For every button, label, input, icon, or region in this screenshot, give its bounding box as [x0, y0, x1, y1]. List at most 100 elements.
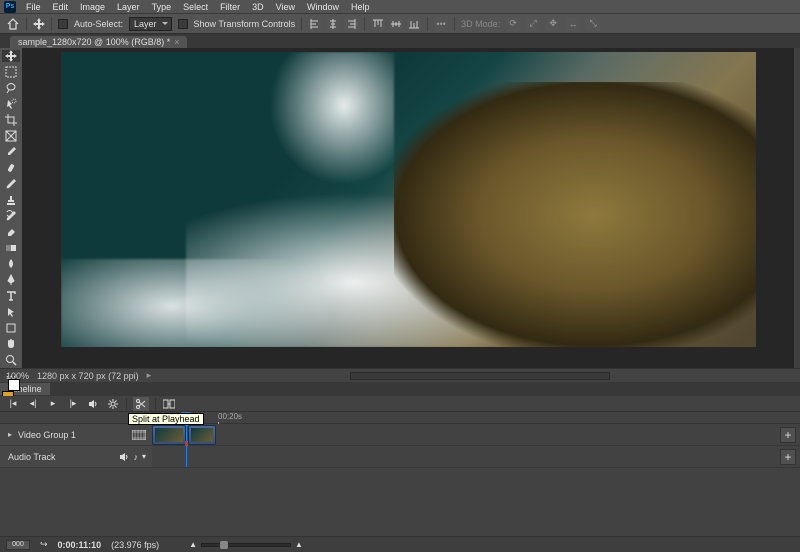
video-clip[interactable]	[188, 425, 216, 445]
eraser-tool[interactable]	[2, 226, 20, 238]
menu-file[interactable]: File	[20, 2, 47, 12]
music-note-icon[interactable]: ♪	[133, 452, 138, 462]
menu-bar: Ps File Edit Image Layer Type Select Fil…	[0, 0, 800, 14]
add-audio-button[interactable]: +	[780, 449, 796, 465]
move-tool[interactable]	[2, 50, 20, 62]
menu-layer[interactable]: Layer	[111, 2, 146, 12]
menu-type[interactable]: Type	[146, 2, 178, 12]
menu-3d[interactable]: 3D	[246, 2, 270, 12]
menu-image[interactable]: Image	[74, 2, 111, 12]
canvas-area	[22, 48, 794, 368]
menu-window[interactable]: Window	[301, 2, 345, 12]
menu-edit[interactable]: Edit	[47, 2, 75, 12]
stamp-tool[interactable]	[2, 194, 20, 206]
prev-frame-button[interactable]: ◂|	[26, 397, 40, 411]
auto-select-checkbox[interactable]	[58, 19, 68, 29]
transition-button[interactable]	[162, 397, 176, 411]
document-tab[interactable]: sample_1280x720 @ 100% (RGB/8) * ×	[10, 36, 187, 48]
timeline-zoom[interactable]: ▲ ▲	[189, 540, 303, 549]
video-track-header[interactable]: ▸ Video Group 1	[0, 424, 152, 445]
chevron-right-icon[interactable]: ▸	[8, 430, 12, 439]
brush-tool[interactable]	[2, 178, 20, 190]
next-frame-button[interactable]: |▸	[66, 397, 80, 411]
background-swatch[interactable]	[8, 379, 20, 391]
menu-view[interactable]: View	[270, 2, 301, 12]
menu-filter[interactable]: Filter	[214, 2, 246, 12]
settings-button[interactable]	[106, 397, 120, 411]
chevron-right-icon[interactable]: ▸	[147, 370, 152, 381]
divider	[427, 17, 428, 31]
video-clip[interactable]	[152, 425, 186, 445]
move-tool-icon	[33, 18, 45, 30]
chevron-down-icon[interactable]: ▾	[142, 452, 146, 462]
video-track-label: Video Group 1	[18, 430, 76, 440]
3d-slide-icon: ↔	[566, 17, 580, 31]
eyedropper-tool[interactable]	[2, 146, 20, 158]
divider	[51, 17, 52, 31]
shape-tool[interactable]	[2, 322, 20, 334]
auto-select-label: Auto-Select:	[74, 19, 123, 29]
zoom-slider-thumb[interactable]	[220, 541, 228, 549]
audio-track-header[interactable]: Audio Track ♪ ▾	[0, 446, 152, 467]
align-left-icon[interactable]	[308, 17, 322, 31]
quick-select-tool[interactable]	[2, 98, 20, 110]
document-canvas[interactable]	[61, 52, 756, 347]
fps-readout: (23.976 fps)	[111, 540, 159, 550]
type-tool[interactable]	[2, 290, 20, 302]
home-icon[interactable]	[6, 17, 20, 31]
go-to-first-frame-button[interactable]: |◂	[6, 397, 20, 411]
align-right-icon[interactable]	[344, 17, 358, 31]
tool-column: ⋯	[0, 48, 22, 368]
pen-tool[interactable]	[2, 274, 20, 286]
panel-tab-bar: Timeline	[0, 382, 800, 396]
audio-mute-icon[interactable]	[119, 452, 129, 462]
filmstrip-icon[interactable]	[132, 430, 146, 440]
add-media-button[interactable]: +	[780, 427, 796, 443]
heal-tool[interactable]	[2, 162, 20, 174]
video-lane[interactable]: Split at Playhead	[152, 424, 800, 445]
mute-button[interactable]	[86, 397, 100, 411]
divider	[26, 17, 27, 31]
frame-tool[interactable]	[2, 130, 20, 142]
tooltip: Split at Playhead	[128, 413, 204, 425]
auto-select-target[interactable]: Layer	[129, 17, 172, 31]
export-icon[interactable]: ↪	[40, 539, 48, 550]
doc-info[interactable]: 1280 px x 720 px (72 ppi)	[37, 371, 139, 381]
audio-track: Audio Track ♪ ▾ +	[0, 446, 800, 468]
zoom-tool[interactable]	[2, 354, 20, 366]
play-button[interactable]: ▸	[46, 397, 60, 411]
show-transform-checkbox[interactable]	[178, 19, 188, 29]
3d-pan-icon: ✥	[546, 17, 560, 31]
align-vcenter-icon[interactable]	[389, 17, 403, 31]
timeline-footer: 000 ↪ 0:00:11:10 (23.976 fps) ▲ ▲	[0, 536, 800, 552]
menu-select[interactable]: Select	[177, 2, 214, 12]
options-bar: Auto-Select: Layer Show Transform Contro…	[0, 14, 800, 34]
align-bottom-icon[interactable]	[407, 17, 421, 31]
crop-tool[interactable]	[2, 114, 20, 126]
gradient-tool[interactable]	[2, 242, 20, 254]
timeline-ruler[interactable]: 00 00:20s	[0, 412, 800, 424]
blur-tool[interactable]	[2, 258, 20, 270]
align-group	[308, 17, 358, 31]
align-top-icon[interactable]	[371, 17, 385, 31]
render-button[interactable]: 000	[6, 540, 30, 550]
zoom-out-icon[interactable]: ▲	[189, 540, 197, 549]
video-track: ▸ Video Group 1 Split at Playhead +	[0, 424, 800, 446]
audio-lane[interactable]	[152, 446, 800, 467]
marquee-tool[interactable]	[2, 66, 20, 78]
path-select-tool[interactable]	[2, 306, 20, 318]
align-hcenter-icon[interactable]	[326, 17, 340, 31]
more-align-icon[interactable]: •••	[434, 17, 448, 31]
zoom-in-icon[interactable]: ▲	[295, 540, 303, 549]
menu-help[interactable]: Help	[345, 2, 376, 12]
split-clip-button[interactable]	[133, 397, 149, 411]
horizontal-scrollbar[interactable]	[159, 372, 800, 380]
right-panel-collapsed[interactable]	[794, 48, 800, 368]
history-brush-tool[interactable]	[2, 210, 20, 222]
audio-track-label: Audio Track	[8, 452, 56, 462]
lasso-tool[interactable]	[2, 82, 20, 94]
zoom-slider-track[interactable]	[201, 543, 291, 547]
close-tab-icon[interactable]: ×	[174, 37, 179, 47]
timecode[interactable]: 0:00:11:10	[58, 540, 102, 550]
hand-tool[interactable]	[2, 338, 20, 350]
